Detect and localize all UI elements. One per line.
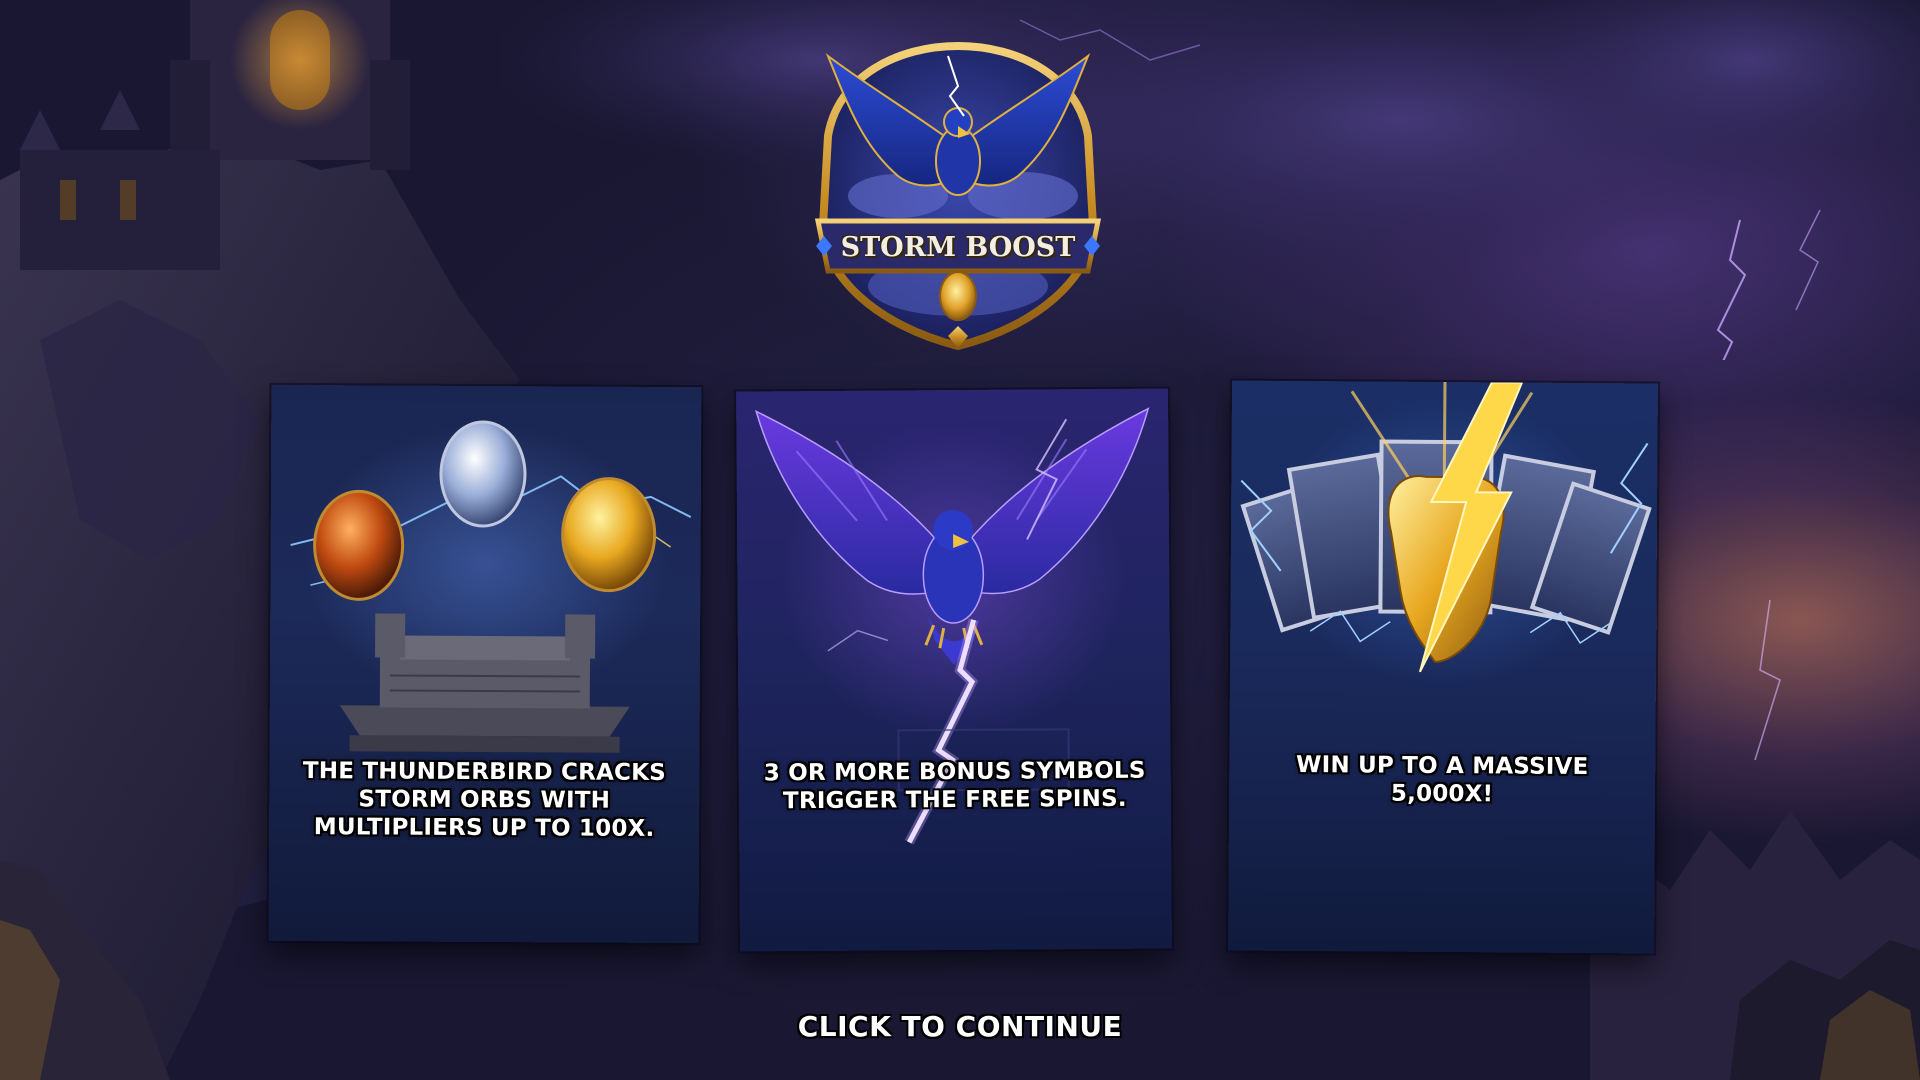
card-description: 3 OR MORE BONUS SYMBOLS TRIGGER THE FREE… [763,757,1146,815]
intro-screen[interactable]: STORM BOOST THE THUNDERBIRD CRACKS STORM… [0,0,1920,1080]
click-to-continue-button[interactable]: CLICK TO CONTINUE [760,1004,1160,1048]
feature-card-max-win: WIN UP TO A MASSIVE 5,000X! [1228,380,1658,954]
storm-boost-logo [814,41,1102,351]
feature-card-free-spins: 3 OR MORE BONUS SYMBOLS TRIGGER THE FREE… [736,388,1172,952]
card-description: THE THUNDERBIRD CRACKS STORM ORBS WITH M… [302,758,667,842]
thunderbird-icon [754,407,1150,845]
feature-card-storm-orbs: THE THUNDERBIRD CRACKS STORM ORBS WITH M… [268,384,702,944]
golden-talon-icon [1240,381,1652,673]
card-description: WIN UP TO A MASSIVE 5,000X! [1296,751,1589,808]
storm-clouds [500,0,1920,360]
logo-title: STORM BOOST [840,231,1076,263]
storm-orbs-icon [290,420,692,753]
